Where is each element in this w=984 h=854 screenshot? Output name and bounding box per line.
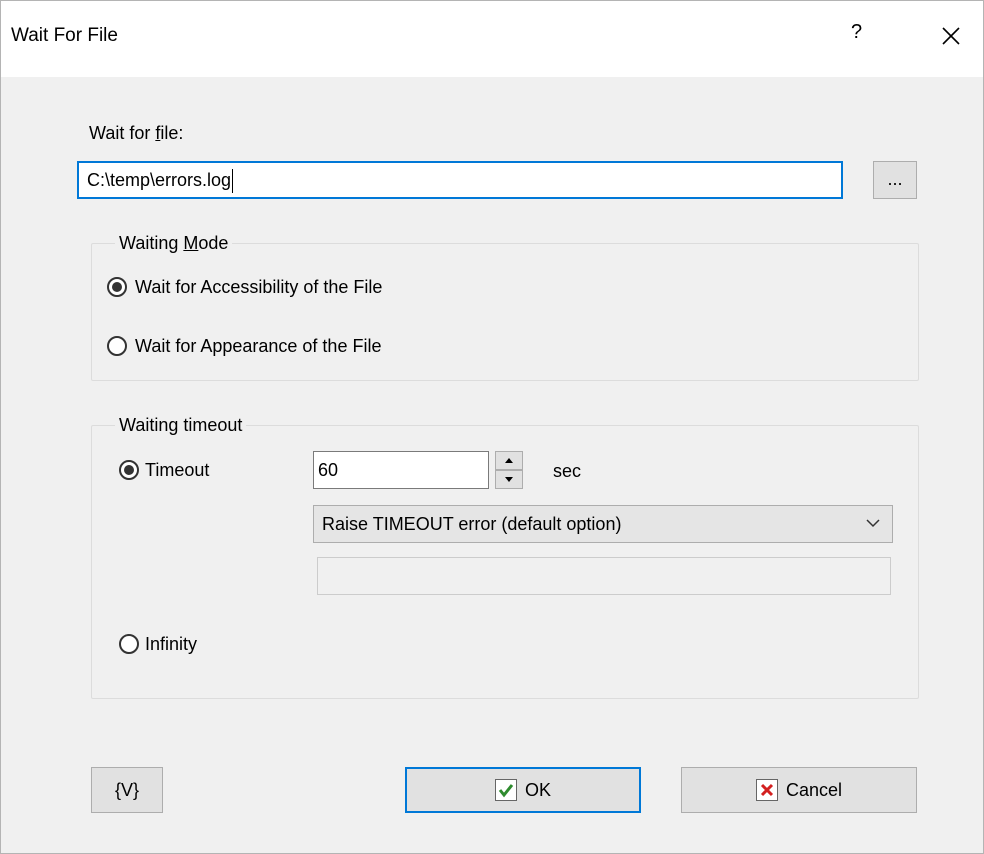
spin-down-button[interactable]: [495, 470, 523, 489]
waiting-mode-title: Waiting Mode: [115, 233, 233, 254]
chevron-down-icon: [866, 519, 880, 528]
help-button[interactable]: ?: [851, 21, 871, 44]
cross-icon: [755, 779, 778, 801]
accessibility-radio[interactable]: [107, 277, 127, 297]
waiting-mode-group: [91, 243, 919, 381]
infinity-label[interactable]: Infinity: [145, 634, 197, 655]
close-icon: [942, 27, 960, 45]
timeout-label[interactable]: Timeout: [145, 460, 209, 481]
timeout-value-input[interactable]: 60: [313, 451, 489, 489]
timeout-message-input[interactable]: [317, 557, 891, 595]
close-button[interactable]: [931, 19, 971, 55]
title-bar: Wait For File ?: [1, 1, 983, 77]
timeout-action-value: Raise TIMEOUT error (default option): [322, 514, 622, 534]
infinity-radio[interactable]: [119, 634, 139, 654]
accessibility-label[interactable]: Wait for Accessibility of the File: [135, 277, 382, 298]
spin-up-button[interactable]: [495, 451, 523, 470]
variables-button[interactable]: {V}: [91, 767, 163, 813]
cancel-button[interactable]: Cancel: [681, 767, 917, 813]
dialog-window: Wait For File ? Wait for file: C:\temp\e…: [0, 0, 984, 854]
file-path-label: Wait for file:: [89, 123, 184, 143]
checkmark-icon: [494, 779, 517, 801]
appearance-label[interactable]: Wait for Appearance of the File: [135, 336, 381, 357]
file-path-input[interactable]: C:\temp\errors.log: [77, 161, 843, 199]
arrow-down-icon: [505, 477, 513, 482]
ok-label: OK: [524, 779, 551, 800]
appearance-radio[interactable]: [107, 336, 127, 356]
cancel-label: Cancel: [785, 779, 843, 800]
window-title: Wait For File: [11, 25, 118, 46]
browse-button[interactable]: ...: [873, 161, 917, 199]
timeout-action-select[interactable]: Raise TIMEOUT error (default option): [313, 505, 893, 543]
text-caret: [232, 169, 234, 194]
timeout-radio[interactable]: [119, 460, 139, 480]
arrow-up-icon: [505, 458, 513, 463]
ok-button[interactable]: OK: [405, 767, 641, 813]
waiting-timeout-title: Waiting timeout: [115, 415, 247, 436]
timeout-unit-label: sec: [553, 461, 582, 481]
